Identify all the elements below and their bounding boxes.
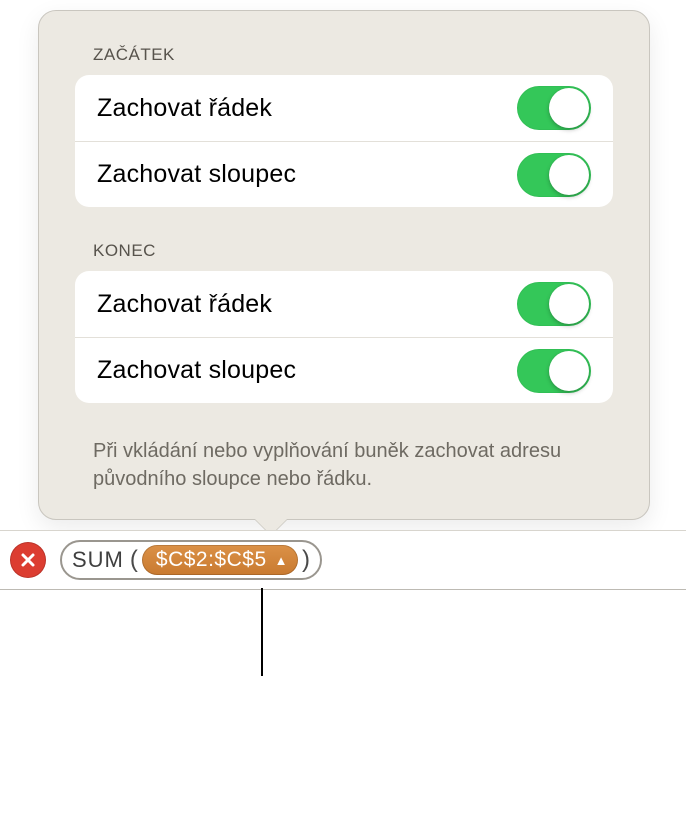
- row-label: Zachovat řádek: [97, 290, 272, 319]
- toggle-knob: [549, 284, 589, 324]
- function-name: SUM: [72, 547, 124, 573]
- formula-bar: SUM ( $C$2:$C$5 ▲ ): [0, 530, 686, 590]
- formula-pill[interactable]: SUM ( $C$2:$C$5 ▲ ): [60, 540, 322, 580]
- preserve-reference-popover: ZAČÁTEK Zachovat řádek Zachovat sloupec …: [38, 10, 650, 520]
- row-start-keep-row: Zachovat řádek: [75, 75, 613, 141]
- row-label: Zachovat sloupec: [97, 356, 296, 385]
- footer-note: Při vkládání nebo vyplňování buněk zacho…: [75, 437, 613, 493]
- section-header-start: ZAČÁTEK: [75, 45, 613, 65]
- callout-line: [261, 588, 263, 676]
- group-start: Zachovat řádek Zachovat sloupec: [75, 75, 613, 207]
- toggle-end-keep-col[interactable]: [517, 349, 591, 393]
- close-paren: ): [302, 546, 310, 574]
- toggle-knob: [549, 155, 589, 195]
- row-end-keep-row: Zachovat řádek: [75, 271, 613, 337]
- row-end-keep-col: Zachovat sloupec: [75, 337, 613, 403]
- toggle-end-keep-row[interactable]: [517, 282, 591, 326]
- group-end: Zachovat řádek Zachovat sloupec: [75, 271, 613, 403]
- reference-text: $C$2:$C$5: [156, 548, 267, 572]
- row-label: Zachovat sloupec: [97, 160, 296, 189]
- open-paren: (: [130, 546, 138, 574]
- row-start-keep-col: Zachovat sloupec: [75, 141, 613, 207]
- row-label: Zachovat řádek: [97, 94, 272, 123]
- cancel-button[interactable]: [10, 542, 46, 578]
- toggle-knob: [549, 351, 589, 391]
- toggle-start-keep-row[interactable]: [517, 86, 591, 130]
- section-header-end: KONEC: [75, 241, 613, 261]
- toggle-knob: [549, 88, 589, 128]
- toggle-start-keep-col[interactable]: [517, 153, 591, 197]
- reference-pill[interactable]: $C$2:$C$5 ▲: [142, 545, 298, 575]
- close-icon: [20, 552, 36, 568]
- chevron-up-icon: ▲: [275, 554, 288, 567]
